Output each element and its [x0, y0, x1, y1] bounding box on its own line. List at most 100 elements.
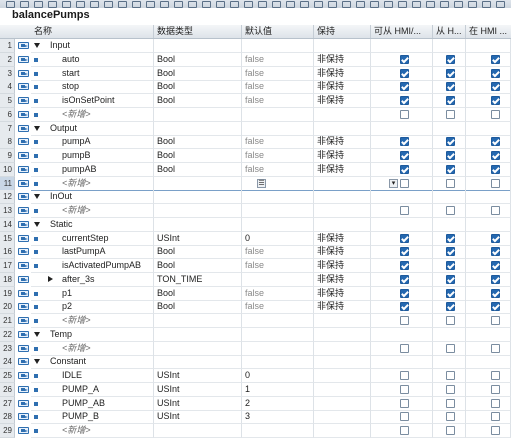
- toolbar-button-icon[interactable]: [102, 0, 113, 8]
- retain-cell[interactable]: [314, 107, 371, 122]
- checkbox-unchecked[interactable]: [400, 316, 409, 325]
- toolbar-button-icon[interactable]: [4, 0, 15, 8]
- datatype-cell[interactable]: [154, 341, 242, 356]
- retain-cell[interactable]: [314, 39, 371, 53]
- row-number[interactable]: 10: [0, 162, 15, 177]
- retain-cell[interactable]: [314, 410, 371, 425]
- toolbar-button-icon[interactable]: [340, 0, 351, 8]
- checkbox-checked[interactable]: [446, 288, 455, 298]
- hmi-cell[interactable]: [466, 190, 511, 205]
- default-cell[interactable]: 3: [242, 410, 314, 425]
- checkbox-unchecked[interactable]: [400, 343, 409, 353]
- row-number[interactable]: 24: [0, 355, 15, 370]
- toolbar-button-icon[interactable]: [270, 0, 281, 8]
- column-hmi-write[interactable]: 从 H...: [433, 25, 466, 38]
- hmi-cell[interactable]: [466, 410, 511, 425]
- hmi-cell[interactable]: [466, 382, 511, 397]
- toolbar-button-icon[interactable]: [200, 0, 211, 8]
- datatype-cell[interactable]: Bool: [154, 300, 242, 315]
- table-row[interactable]: 28 PUMP_B USInt 3: [0, 410, 511, 425]
- checkbox-checked[interactable]: [491, 54, 500, 64]
- row-number[interactable]: 11: [0, 176, 15, 191]
- checkbox-checked[interactable]: [446, 68, 455, 78]
- datatype-cell[interactable]: [154, 39, 242, 53]
- expand-collapse-icon[interactable]: [34, 43, 40, 48]
- retain-cell[interactable]: 非保持: [314, 272, 371, 287]
- table-row[interactable]: 22 Temp: [0, 327, 511, 342]
- row-number[interactable]: 8: [0, 135, 15, 150]
- row-number[interactable]: 3: [0, 66, 15, 81]
- default-cell[interactable]: false: [242, 66, 314, 81]
- name-cell[interactable]: PUMP_A: [31, 382, 154, 397]
- checkbox-checked[interactable]: [446, 233, 455, 243]
- datatype-cell[interactable]: USInt: [154, 382, 242, 397]
- toolbar-button-icon[interactable]: [130, 0, 141, 8]
- checkbox-checked[interactable]: [491, 151, 500, 160]
- checkbox-checked[interactable]: [400, 233, 409, 243]
- datatype-cell[interactable]: USInt: [154, 410, 242, 425]
- datatype-cell[interactable]: USInt: [154, 369, 242, 383]
- checkbox-unchecked[interactable]: [400, 206, 409, 215]
- hmi-cell[interactable]: [466, 149, 511, 163]
- checkbox-checked[interactable]: [491, 233, 500, 243]
- name-cell[interactable]: PUMP_AB: [31, 396, 154, 411]
- row-number[interactable]: 6: [0, 107, 15, 122]
- default-cell[interactable]: 2: [242, 396, 314, 411]
- hmi-cell[interactable]: [371, 39, 433, 53]
- checkbox-checked[interactable]: [446, 247, 455, 257]
- hmi-cell[interactable]: [466, 80, 511, 95]
- table-row[interactable]: 11 <新增> ☰ ▾: [0, 176, 511, 191]
- checkbox-checked[interactable]: [400, 302, 409, 312]
- retain-cell[interactable]: [314, 341, 371, 356]
- datatype-cell[interactable]: Bool: [154, 162, 242, 177]
- table-row[interactable]: 9 pumpB Bool false 非保持: [0, 149, 511, 163]
- hmi-cell[interactable]: [466, 341, 511, 356]
- table-row[interactable]: 24 Constant: [0, 355, 511, 370]
- name-cell[interactable]: <新增>: [31, 107, 154, 122]
- default-cell[interactable]: [242, 327, 314, 342]
- checkbox-unchecked[interactable]: [446, 426, 455, 435]
- retain-cell[interactable]: [314, 204, 371, 218]
- retain-cell[interactable]: [314, 190, 371, 205]
- checkbox-unchecked[interactable]: [491, 371, 500, 380]
- row-number[interactable]: 4: [0, 80, 15, 95]
- hmi-cell[interactable]: [371, 121, 433, 136]
- retain-cell[interactable]: 非保持: [314, 80, 371, 95]
- row-number[interactable]: 18: [0, 272, 15, 287]
- name-cell[interactable]: start: [31, 66, 154, 81]
- checkbox-unchecked[interactable]: [400, 384, 409, 394]
- checkbox-checked[interactable]: [400, 164, 409, 174]
- checkbox-unchecked[interactable]: [446, 178, 455, 188]
- checkbox-checked[interactable]: [400, 96, 409, 105]
- hmi-cell[interactable]: [466, 300, 511, 315]
- row-number[interactable]: 5: [0, 94, 15, 108]
- checkbox-checked[interactable]: [491, 302, 500, 312]
- checkbox-checked[interactable]: [400, 151, 409, 160]
- checkbox-unchecked[interactable]: [400, 426, 409, 435]
- expand-collapse-icon[interactable]: [34, 331, 40, 337]
- table-row[interactable]: 14 Static: [0, 217, 511, 232]
- checkbox-unchecked[interactable]: [491, 426, 500, 435]
- hmi-cell[interactable]: [466, 231, 511, 246]
- toolbar-button-icon[interactable]: [312, 0, 323, 8]
- name-cell[interactable]: isActivatedPumpAB: [31, 259, 154, 273]
- default-cell[interactable]: false: [242, 80, 314, 95]
- checkbox-checked[interactable]: [446, 274, 455, 284]
- datatype-cell[interactable]: [154, 190, 242, 205]
- table-row[interactable]: 18 after_3s TON_TIME 非保持: [0, 272, 511, 287]
- name-cell[interactable]: <新增>: [31, 341, 154, 356]
- checkbox-unchecked[interactable]: [400, 371, 409, 380]
- hmi-cell[interactable]: [371, 327, 433, 342]
- default-cell[interactable]: [242, 190, 314, 205]
- checkbox-unchecked[interactable]: [400, 178, 409, 188]
- column-retain[interactable]: 保持: [314, 25, 371, 38]
- table-row[interactable]: 17 isActivatedPumpAB Bool false 非保持: [0, 259, 511, 273]
- datatype-cell[interactable]: Bool: [154, 80, 242, 95]
- name-cell[interactable]: pumpB: [31, 149, 154, 163]
- checkbox-checked[interactable]: [446, 302, 455, 312]
- checkbox-unchecked[interactable]: [491, 343, 500, 353]
- hmi-cell[interactable]: [466, 162, 511, 177]
- datatype-cell[interactable]: [154, 327, 242, 342]
- hmi-cell[interactable]: [466, 66, 511, 81]
- row-number[interactable]: 15: [0, 231, 15, 246]
